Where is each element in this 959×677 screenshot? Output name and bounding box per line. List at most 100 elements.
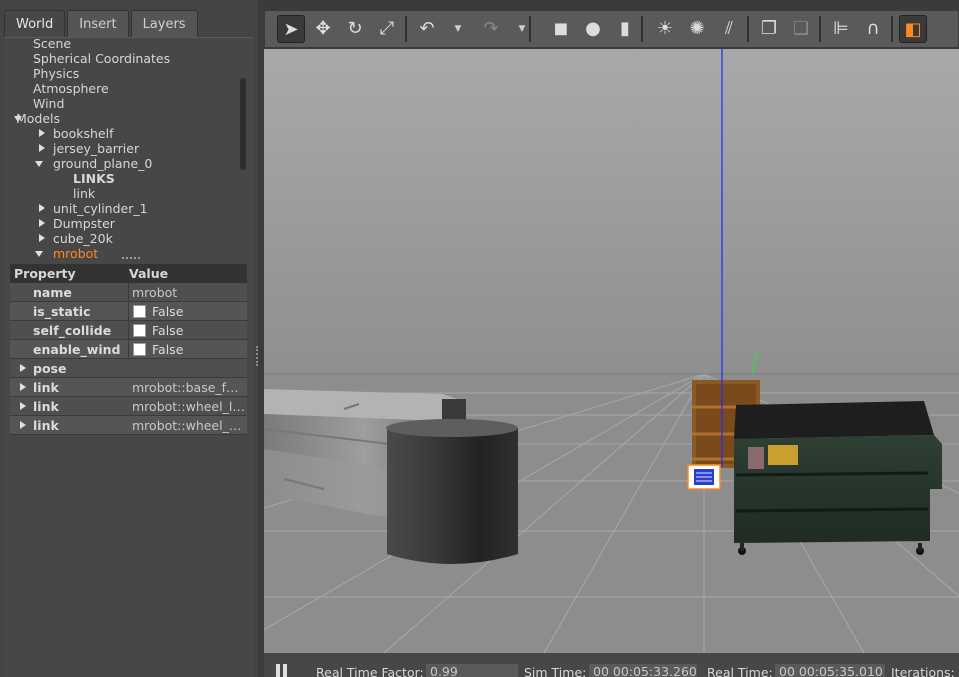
collapsed-arrow-icon[interactable] [39, 129, 45, 137]
point-light-icon[interactable]: ☀ [651, 15, 679, 43]
mrobot-model [687, 464, 721, 490]
toolbar-separator [819, 16, 821, 42]
tree-item-label: Physics [33, 66, 80, 81]
property-row: enable_wind False [10, 340, 247, 359]
cylinder-shape-icon[interactable]: ▮ [611, 15, 639, 43]
toolbar: ➤ ✥ ↻ ⤢ ↶ ↷ ◼ ● ▮ ☀ ✺ ⫽ ❐ ❏ ⊫ ∩ ◧ ▼ ▼ [264, 10, 959, 48]
property-value: mrobot::wheel_right_link [132, 418, 246, 433]
3d-viewport[interactable] [264, 49, 959, 653]
collapsed-arrow-icon[interactable] [39, 234, 45, 242]
select-mode-icon[interactable]: ➤ [277, 15, 305, 43]
tree-scrollbar[interactable] [240, 78, 246, 170]
scene-render [264, 49, 959, 653]
paste-icon[interactable]: ❏ [787, 15, 815, 43]
sphere-shape-icon[interactable]: ● [579, 15, 607, 43]
property-row[interactable]: pose [10, 359, 247, 378]
property-key: link [33, 418, 59, 433]
expand-arrow-icon[interactable] [20, 421, 26, 429]
property-checkbox[interactable] [133, 343, 146, 356]
toolbar-separator [405, 16, 407, 42]
panel-splitter[interactable] [256, 346, 259, 366]
toolbar-separator [747, 16, 749, 42]
tab-world[interactable]: World [4, 10, 66, 38]
collapsed-arrow-icon[interactable] [39, 144, 45, 152]
tree-resize-handle[interactable] [122, 257, 140, 259]
toolbar-separator [891, 16, 893, 42]
tree-item-label: Models [16, 111, 61, 126]
expand-arrow-icon[interactable] [20, 402, 26, 410]
rtf-label: Real Time Factor: [316, 665, 424, 677]
tab-layers[interactable]: Layers [130, 10, 198, 38]
tree-item-label: ground_plane_0 [53, 156, 153, 171]
tree-item-label: link [73, 186, 96, 201]
property-key: name [33, 285, 72, 300]
align-icon[interactable]: ⊫ [827, 15, 855, 43]
directional-light-icon[interactable]: ⫽ [715, 15, 743, 43]
property-value: False [152, 323, 184, 338]
collapsed-arrow-icon[interactable] [39, 204, 45, 212]
sim-time-label: Sim Time: [524, 665, 587, 677]
gazebo-window: World Insert Layers Scene Spherical Coord… [0, 0, 959, 677]
property-row: is_static False [10, 302, 247, 321]
property-header: Property Value [10, 264, 247, 283]
property-value[interactable]: mrobot [132, 285, 246, 300]
tree-item-label: Wind [33, 96, 65, 111]
property-value: mrobot::base_footprint [132, 380, 246, 395]
real-time-value: 00 00:05:35.010 [775, 664, 885, 677]
property-key: is_static [33, 304, 91, 319]
snap-icon[interactable]: ∩ [859, 15, 887, 43]
property-row: name mrobot [10, 283, 247, 302]
world-panel: Scene Spherical Coordinates Physics Atmosph… [4, 37, 254, 677]
rotate-mode-icon[interactable]: ↻ [341, 15, 369, 43]
property-key: link [33, 399, 59, 414]
iterations-label: Iterations: [891, 665, 955, 677]
view-angle-icon[interactable]: ◧ [899, 15, 927, 43]
property-row[interactable]: link mrobot::wheel_left_link [10, 397, 247, 416]
toolbar-separator [641, 16, 643, 42]
property-row[interactable]: link mrobot::base_footprint [10, 378, 247, 397]
dumpster-model [734, 401, 942, 555]
tree-item-label: Scene [33, 38, 72, 51]
tree-item-label: unit_cylinder_1 [53, 201, 148, 216]
property-checkbox[interactable] [133, 324, 146, 337]
chevron-down-icon[interactable]: ▼ [517, 15, 527, 43]
property-checkbox[interactable] [133, 305, 146, 318]
sky [264, 49, 959, 374]
tree-item-label: Atmosphere [33, 81, 109, 96]
expanded-arrow-icon[interactable] [35, 251, 43, 257]
world-tree: Scene Spherical Coordinates Physics Atmosph… [4, 38, 240, 262]
property-key: link [33, 380, 59, 395]
property-value: False [152, 342, 184, 357]
chevron-down-icon[interactable]: ▼ [453, 15, 463, 43]
tree-item-label: mrobot [53, 246, 99, 261]
expand-arrow-icon[interactable] [20, 364, 26, 372]
pause-icon [276, 664, 280, 677]
property-value: False [152, 304, 184, 319]
tab-insert[interactable]: Insert [67, 10, 129, 38]
spot-light-icon[interactable]: ✺ [683, 15, 711, 43]
collapsed-arrow-icon[interactable] [39, 219, 45, 227]
property-row[interactable]: link mrobot::wheel_right_link [10, 416, 247, 435]
tree-item-label: Spherical Coordinates [33, 51, 171, 66]
property-column-header: Property [14, 266, 76, 281]
pause-button[interactable] [276, 664, 290, 677]
redo-icon[interactable]: ↷ [477, 15, 505, 43]
tree-item-label: LINKS [73, 171, 115, 186]
scale-mode-icon[interactable]: ⤢ [373, 15, 401, 43]
tree-item-label: jersey_barrier [53, 141, 140, 156]
real-time-label: Real Time: [707, 665, 773, 677]
copy-icon[interactable]: ❐ [755, 15, 783, 43]
property-key: self_collide [33, 323, 112, 338]
property-value: mrobot::wheel_left_link [132, 399, 246, 414]
undo-icon[interactable]: ↶ [413, 15, 441, 43]
left-panel: World Insert Layers Scene Spherical Coord… [0, 0, 258, 677]
panel-tabs: World Insert Layers [4, 10, 200, 38]
expanded-arrow-icon[interactable] [35, 161, 43, 167]
sim-time-value: 00 00:05:33.260 [589, 664, 697, 677]
translate-mode-icon[interactable]: ✥ [309, 15, 337, 43]
value-column-header: Value [129, 266, 169, 281]
status-bar: Real Time Factor: 0.99 Sim Time: 00 00:0… [264, 653, 959, 677]
box-shape-icon[interactable]: ◼ [547, 15, 575, 43]
tree-item-label: Dumpster [53, 216, 115, 231]
expand-arrow-icon[interactable] [20, 383, 26, 391]
